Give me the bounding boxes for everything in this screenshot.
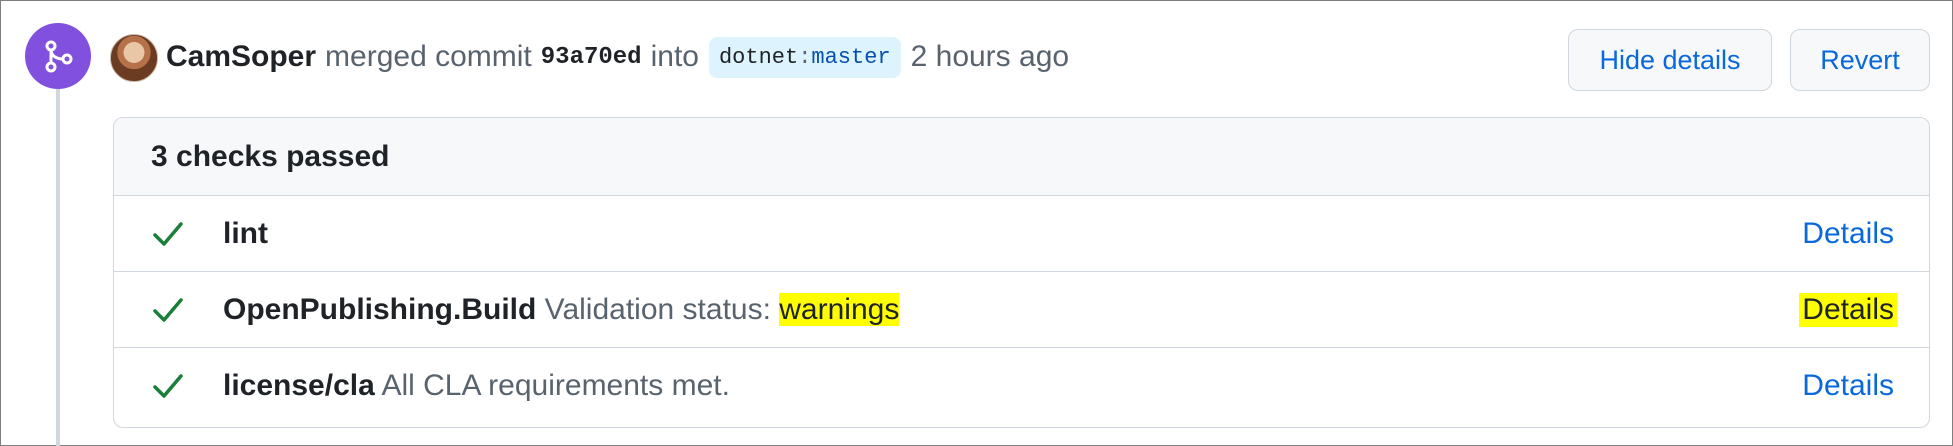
timeline-line bbox=[56, 80, 60, 446]
checks-summary: 3 checks passed bbox=[114, 118, 1929, 196]
into-text: into bbox=[650, 40, 699, 73]
checks-panel: 3 checks passed lint Details OpenPublish… bbox=[113, 117, 1930, 428]
check-name: OpenPublishing.Build bbox=[223, 292, 537, 326]
merge-badge bbox=[25, 23, 91, 89]
merge-event-line: CamSoper merged commit 93a70ed into dotn… bbox=[166, 30, 1069, 84]
check-text: lint bbox=[223, 217, 268, 251]
check-row-lint: lint Details bbox=[114, 196, 1929, 272]
check-status-highlight: warnings bbox=[779, 292, 900, 326]
check-icon bbox=[153, 222, 183, 246]
check-icon bbox=[153, 374, 183, 398]
branch-repo: dotnet bbox=[718, 44, 799, 70]
branch-name: master bbox=[811, 44, 891, 70]
check-description: Validation status: bbox=[544, 292, 771, 326]
hide-details-button[interactable]: Hide details bbox=[1568, 29, 1772, 91]
revert-button[interactable]: Revert bbox=[1790, 29, 1930, 91]
check-text: OpenPublishing.Build Validation status: … bbox=[223, 292, 900, 327]
branch-separator: : bbox=[798, 44, 812, 70]
check-icon bbox=[153, 298, 183, 322]
author-link[interactable]: CamSoper bbox=[166, 40, 316, 74]
check-text: license/cla All CLA requirements met. bbox=[223, 369, 730, 403]
git-merge-icon bbox=[45, 40, 73, 73]
author-avatar[interactable] bbox=[110, 34, 158, 82]
check-name: lint bbox=[223, 216, 268, 250]
check-name: license/cla bbox=[223, 368, 375, 402]
commit-sha-link[interactable]: 93a70ed bbox=[541, 44, 642, 71]
check-description: All CLA requirements met. bbox=[381, 368, 730, 402]
branch-label[interactable]: dotnet:master bbox=[708, 36, 901, 78]
details-link[interactable]: Details bbox=[1802, 217, 1894, 251]
details-link[interactable]: Details bbox=[1799, 292, 1897, 327]
check-row-openpublishing-build: OpenPublishing.Build Validation status: … bbox=[114, 272, 1929, 348]
details-link[interactable]: Details bbox=[1802, 369, 1894, 403]
event-timestamp[interactable]: 2 hours ago bbox=[911, 40, 1069, 74]
check-row-license-cla: license/cla All CLA requirements met. De… bbox=[114, 348, 1929, 423]
event-action: merged commit bbox=[325, 40, 532, 73]
